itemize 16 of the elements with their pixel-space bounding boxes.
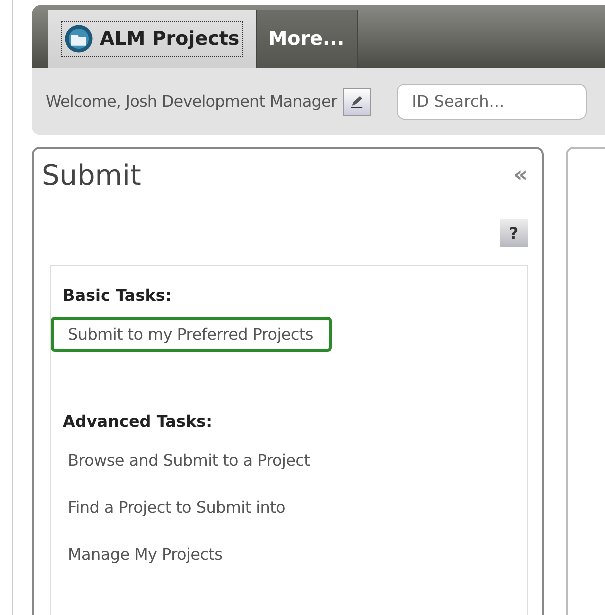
tab[interactable]: ALM Projects <box>48 10 257 68</box>
welcome-text: Welcome, Josh Development Manager <box>46 92 338 111</box>
folder-icon <box>64 24 94 54</box>
panel-title: Submit <box>42 158 142 192</box>
section-heading: Basic Tasks: <box>63 286 172 305</box>
task-link[interactable]: Find a Project to Submit into <box>51 490 305 525</box>
help-button[interactable]: ? <box>500 219 528 247</box>
pencil-icon <box>349 94 366 110</box>
search-field[interactable]: ID Search... <box>397 84 588 120</box>
section-heading: Advanced Tasks: <box>63 412 213 431</box>
collapse-button[interactable]: « <box>514 162 528 188</box>
task-link[interactable]: Submit to my Preferred Projects <box>51 317 332 352</box>
edit-button[interactable] <box>343 88 372 116</box>
task-link[interactable]: Manage My Projects <box>51 537 242 572</box>
tab[interactable]: More... <box>256 10 358 68</box>
task-link[interactable]: Browse and Submit to a Project <box>51 443 330 478</box>
